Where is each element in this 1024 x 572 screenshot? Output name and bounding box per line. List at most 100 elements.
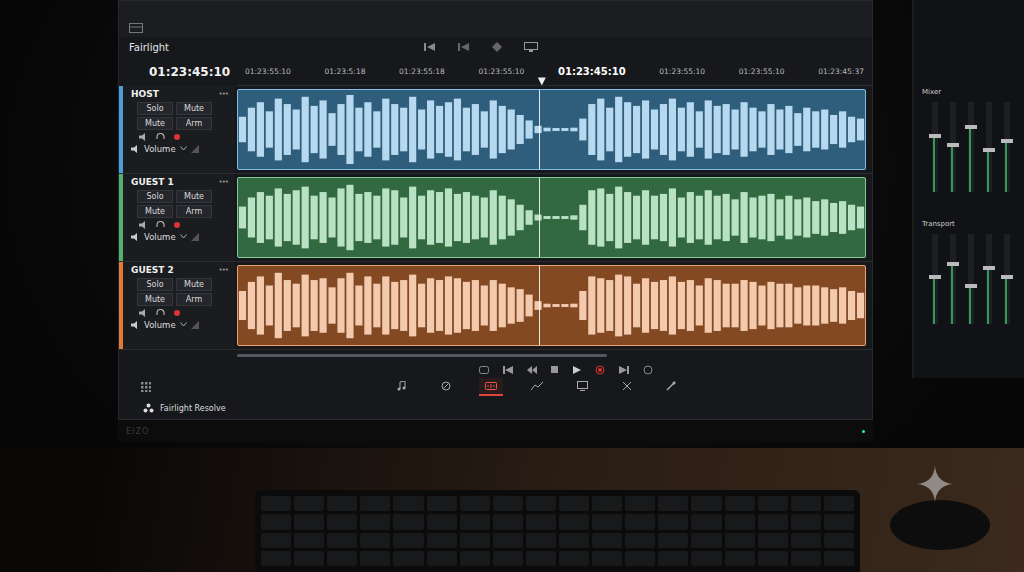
fader[interactable]: [950, 102, 956, 192]
track-name[interactable]: HOST: [131, 89, 159, 99]
track-menu[interactable]: •••: [219, 90, 228, 98]
fader-knob[interactable]: [965, 125, 977, 129]
keyboard-key[interactable]: [824, 551, 854, 566]
keyboard-key[interactable]: [393, 533, 423, 548]
fader-knob[interactable]: [929, 134, 941, 138]
keyboard-key[interactable]: [460, 514, 490, 529]
volume-label[interactable]: Volume: [144, 144, 176, 154]
speaker-icon[interactable]: [139, 221, 148, 229]
fader[interactable]: [986, 234, 992, 324]
fader[interactable]: [1004, 234, 1010, 324]
track-button[interactable]: Arm: [176, 117, 212, 130]
keyboard-key[interactable]: [559, 496, 589, 511]
fader-knob[interactable]: [1001, 139, 1013, 143]
track-name[interactable]: GUEST 1: [131, 177, 174, 187]
fader[interactable]: [950, 234, 956, 324]
fader-knob[interactable]: [983, 148, 995, 152]
keyboard-key[interactable]: [393, 496, 423, 511]
fader-knob[interactable]: [1001, 275, 1013, 279]
stop-icon[interactable]: [551, 366, 559, 374]
sync-icon[interactable]: [643, 365, 653, 375]
dropdown-icon[interactable]: [180, 322, 187, 327]
record-icon[interactable]: [173, 133, 181, 141]
keyboard-key[interactable]: [427, 533, 457, 548]
pan-icon[interactable]: [191, 321, 199, 329]
fader[interactable]: [968, 102, 974, 192]
page-tab[interactable]: [525, 378, 549, 396]
keyboard-key[interactable]: [725, 496, 755, 511]
play-icon[interactable]: [573, 366, 581, 374]
record-icon[interactable]: [173, 221, 181, 229]
keyboard-key[interactable]: [294, 514, 324, 529]
timeline-ruler[interactable]: 01:23:55:1001:23:5:1801:23:55:1801:23:55…: [237, 58, 872, 87]
keyboard-key[interactable]: [559, 533, 589, 548]
marker-icon[interactable]: [492, 42, 502, 52]
record-button-icon[interactable]: [595, 365, 605, 375]
keyboard-key[interactable]: [393, 514, 423, 529]
keyboard-key[interactable]: [294, 496, 324, 511]
keyboard-key[interactable]: [824, 533, 854, 548]
page-tab[interactable]: [391, 378, 413, 396]
track-button[interactable]: Mute: [137, 205, 173, 218]
page-tab[interactable]: [479, 378, 503, 396]
keyboard-key[interactable]: [493, 551, 523, 566]
keyboard-key[interactable]: [758, 496, 788, 511]
layout-icon[interactable]: [129, 23, 143, 33]
fader-knob[interactable]: [965, 284, 977, 288]
keyboard-key[interactable]: [393, 551, 423, 566]
keyboard-key[interactable]: [592, 551, 622, 566]
keyboard-key[interactable]: [691, 496, 721, 511]
keyboard-key[interactable]: [592, 514, 622, 529]
keyboard-key[interactable]: [460, 533, 490, 548]
keyboard-key[interactable]: [294, 551, 324, 566]
audio-clip[interactable]: [237, 177, 866, 258]
keyboard-key[interactable]: [791, 551, 821, 566]
page-tab[interactable]: [660, 378, 682, 396]
keyboard-key[interactable]: [625, 496, 655, 511]
track-name[interactable]: GUEST 2: [131, 265, 174, 275]
keyboard-key[interactable]: [360, 533, 390, 548]
fader-knob[interactable]: [983, 266, 995, 270]
keyboard-key[interactable]: [261, 514, 291, 529]
keyboard-key[interactable]: [261, 496, 291, 511]
volume-label[interactable]: Volume: [144, 232, 176, 242]
fader[interactable]: [968, 234, 974, 324]
keyboard-key[interactable]: [261, 533, 291, 548]
track-button[interactable]: Arm: [176, 205, 212, 218]
keyboard-key[interactable]: [427, 496, 457, 511]
keyboard-key[interactable]: [791, 514, 821, 529]
record-icon[interactable]: [173, 309, 181, 317]
keyboard-key[interactable]: [758, 533, 788, 548]
rewind-icon[interactable]: [527, 366, 537, 374]
keyboard-key[interactable]: [691, 514, 721, 529]
keyboard-key[interactable]: [625, 551, 655, 566]
keyboard-key[interactable]: [360, 551, 390, 566]
keyboard-key[interactable]: [327, 533, 357, 548]
pan-icon[interactable]: [191, 233, 199, 241]
keyboard-key[interactable]: [327, 496, 357, 511]
track-button[interactable]: Mute: [137, 293, 173, 306]
keyboard-key[interactable]: [658, 533, 688, 548]
track-button[interactable]: Mute: [176, 190, 212, 203]
keyboard-key[interactable]: [526, 551, 556, 566]
keyboard-key[interactable]: [691, 533, 721, 548]
headphones-icon[interactable]: [156, 309, 165, 317]
keyboard-key[interactable]: [758, 551, 788, 566]
headphones-icon[interactable]: [156, 133, 165, 141]
step-back-icon[interactable]: [458, 42, 470, 52]
keyboard-key[interactable]: [658, 551, 688, 566]
keyboard-key[interactable]: [526, 496, 556, 511]
keyboard-key[interactable]: [327, 514, 357, 529]
keyboard-key[interactable]: [460, 496, 490, 511]
keyboard-key[interactable]: [725, 551, 755, 566]
keyboard-key[interactable]: [559, 551, 589, 566]
track-menu[interactable]: •••: [219, 178, 228, 186]
keyboard-key[interactable]: [592, 533, 622, 548]
track-button[interactable]: Solo: [137, 190, 173, 203]
keyboard-key[interactable]: [261, 551, 291, 566]
to-start-icon[interactable]: [503, 366, 513, 374]
keyboard-key[interactable]: [625, 514, 655, 529]
track-button[interactable]: Solo: [137, 278, 173, 291]
track-button[interactable]: Solo: [137, 102, 173, 115]
keyboard-key[interactable]: [360, 496, 390, 511]
